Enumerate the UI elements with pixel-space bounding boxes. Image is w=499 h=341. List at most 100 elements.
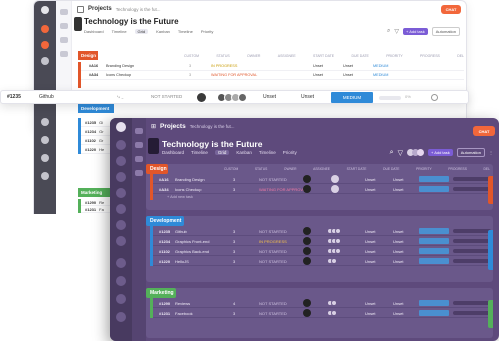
grid-icon[interactable] (60, 51, 68, 57)
col-status[interactable]: STATUS (216, 54, 229, 58)
settings-icon[interactable] (116, 312, 126, 322)
breadcrumb-project[interactable]: Projects (160, 123, 186, 130)
settings-icon[interactable] (41, 172, 49, 180)
table-row[interactable]: #1234 Graphics Front-end 3 IN PROGRESS U… (153, 236, 493, 246)
assignee-avatars[interactable] (217, 93, 247, 102)
row-due[interactable]: Unset (393, 301, 403, 306)
row-due[interactable]: Unset (393, 239, 403, 244)
calendar-icon[interactable] (116, 172, 126, 182)
highlighted-task-row[interactable]: #1235 Github ⤷ ⌄ NOT STARTED Unset Unset… (0, 90, 469, 104)
row-name[interactable]: Branding Design (106, 64, 134, 68)
priority-badge[interactable] (419, 228, 449, 234)
chat-icon[interactable] (41, 41, 49, 49)
col-owner[interactable]: OWNER (284, 167, 297, 171)
row-start[interactable]: Unset (313, 64, 323, 68)
table-row[interactable]: #A16 Branding Design 3 IN PROGRESS Unset… (81, 62, 464, 71)
table-row[interactable]: #1220 HelloJS 3 NOT STARTED Unset Unset (153, 256, 493, 266)
strip-status[interactable]: NOT STARTED (151, 94, 182, 99)
col-due[interactable]: DUE DATE (351, 54, 368, 58)
row-name[interactable]: Graphics Front-end (175, 239, 209, 244)
owner-avatar[interactable] (303, 227, 311, 235)
row-name[interactable]: Icons Checkup (106, 73, 131, 77)
search-icon[interactable] (135, 142, 143, 148)
col-start[interactable]: START DATE (313, 54, 334, 58)
tab-grid[interactable]: Grid (214, 150, 230, 155)
row-start[interactable]: Unset (365, 229, 375, 234)
member-avatars[interactable] (406, 149, 424, 156)
folder-icon[interactable] (135, 170, 143, 176)
strip-due[interactable]: Unset (301, 94, 314, 100)
table-row[interactable]: #A16 Branding Design 3 NOT STARTED Unset… (153, 174, 493, 184)
row-name[interactable]: He (99, 147, 104, 152)
refresh-icon[interactable] (116, 294, 126, 304)
group-marketing[interactable]: Marketing (146, 288, 176, 298)
automation-button[interactable]: Automation (431, 27, 460, 36)
table-row[interactable]: #A34 Icons Checkup 3 WAITING FOR APPROVA… (153, 184, 493, 194)
chat-icon[interactable] (116, 156, 126, 166)
owner-avatar[interactable] (303, 175, 311, 183)
col-assignee[interactable]: ASSIGNEE (313, 167, 330, 171)
row-start[interactable]: Unset (365, 259, 375, 264)
col-priority[interactable]: PRIORITY (386, 54, 403, 58)
col-status[interactable]: STATUS (255, 167, 268, 171)
status-badge[interactable]: NOT STARTED (259, 311, 287, 316)
owner-avatar[interactable] (303, 299, 311, 307)
priority-badge[interactable] (419, 300, 449, 306)
col-assignee[interactable]: ASSIGNEE (278, 54, 296, 58)
status-badge[interactable]: WAITING FOR APPROVAL (259, 187, 308, 192)
row-start[interactable]: Unset (365, 311, 375, 316)
priority-badge[interactable] (419, 310, 449, 316)
row-due[interactable]: Unset (393, 177, 403, 182)
folder-icon[interactable] (60, 37, 68, 43)
col-due[interactable]: DUE DATE (383, 167, 399, 171)
tab-dashboard[interactable]: Dashboard (84, 29, 104, 34)
owner-avatar[interactable] (303, 237, 311, 245)
breadcrumb-project[interactable]: Projects (88, 6, 112, 12)
owner-avatar[interactable] (303, 247, 311, 255)
col-progress[interactable]: PROGRESS (420, 54, 440, 58)
add-task-button[interactable]: + Add task (427, 149, 453, 156)
search-icon[interactable]: ⌕ (387, 28, 390, 35)
row-start[interactable]: Unset (365, 249, 375, 254)
group-marketing[interactable]: Marketing (78, 188, 114, 197)
avatar[interactable] (135, 128, 143, 134)
bell-icon[interactable] (116, 140, 126, 150)
tab-dashboard[interactable]: Dashboard (162, 150, 184, 155)
apps-icon[interactable] (77, 5, 84, 13)
search-icon[interactable] (60, 9, 68, 15)
row-due[interactable]: Unset (393, 229, 403, 234)
assignee-avatar[interactable] (331, 185, 339, 193)
folder-icon[interactable] (116, 188, 126, 198)
users-icon[interactable] (116, 220, 126, 230)
owner-avatar[interactable] (303, 185, 311, 193)
automation-button[interactable]: Automation (456, 148, 485, 157)
group-development[interactable]: Development (78, 104, 114, 113)
status-badge[interactable]: WAITING FOR APPROVAL (211, 73, 257, 77)
grid-icon[interactable] (116, 236, 126, 246)
calendar-icon[interactable] (41, 57, 49, 65)
row-due[interactable]: Unset (393, 259, 403, 264)
row-name[interactable]: Icons Checkup (175, 187, 201, 192)
row-due[interactable]: Unset (393, 187, 403, 192)
status-badge[interactable]: NOT STARTED (259, 177, 287, 182)
row-due[interactable]: Unset (343, 73, 353, 77)
assignee-avatar[interactable] (331, 175, 339, 183)
status-badge[interactable]: NOT STARTED (259, 249, 287, 254)
priority-badge[interactable]: MEDIUM (331, 92, 373, 103)
list-icon[interactable] (135, 156, 143, 162)
strip-name[interactable]: Github (39, 94, 54, 100)
table-row[interactable]: #A34 Icons Checkup 3 WAITING FOR APPROVA… (81, 71, 464, 80)
row-due[interactable]: Unset (393, 249, 403, 254)
status-badge[interactable]: NOT STARTED (259, 229, 287, 234)
row-name[interactable]: Facebook (175, 311, 193, 316)
more-icon[interactable]: ⋮ (489, 150, 493, 155)
reports-icon[interactable] (116, 258, 126, 268)
table-row[interactable]: #1290 Reviews 4 NOT STARTED Unset Unset (153, 298, 493, 308)
col-progress[interactable]: PROGRESS (448, 167, 467, 171)
row-name[interactable]: Gr (99, 138, 103, 143)
row-name[interactable]: Gi (99, 120, 103, 125)
bell-icon[interactable] (41, 25, 49, 33)
assignee-avatars[interactable] (327, 300, 337, 306)
help-icon[interactable] (116, 276, 126, 286)
col-priority[interactable]: PRIORITY (416, 167, 432, 171)
